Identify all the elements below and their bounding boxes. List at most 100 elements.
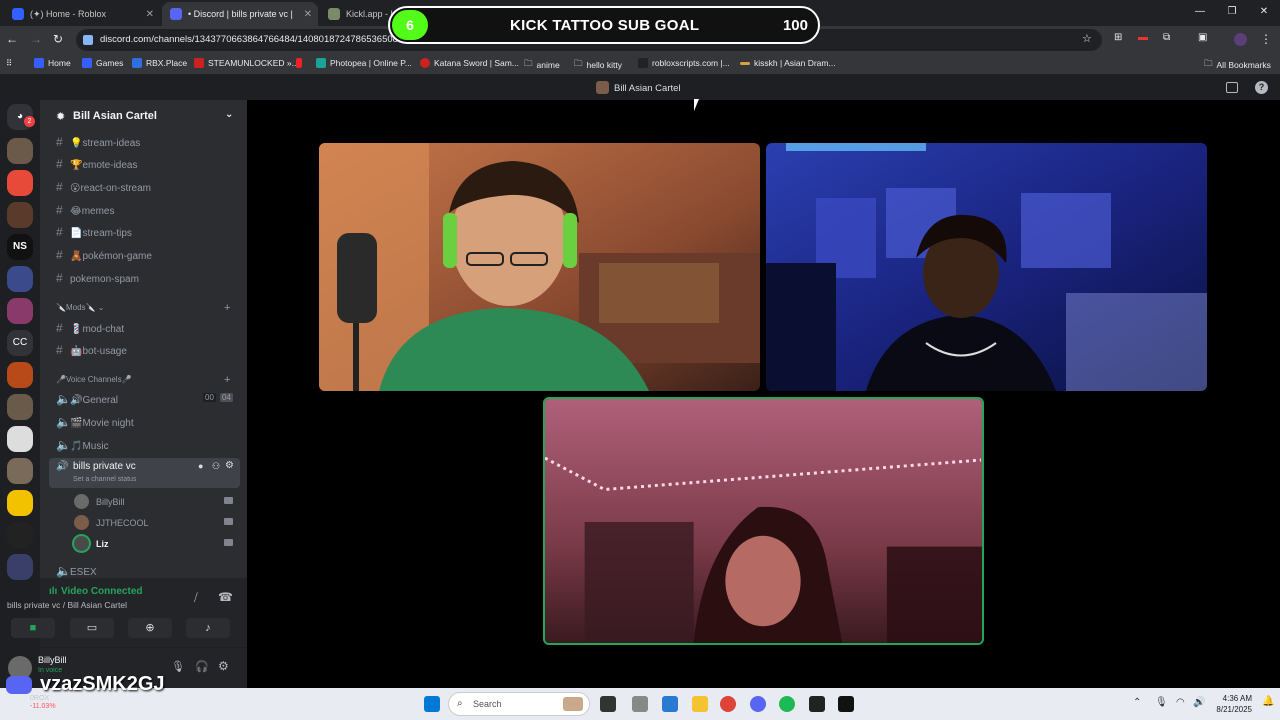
video-tile-liz-speaking[interactable] <box>543 397 984 645</box>
bookmark-steamunlocked[interactable]: STEAMUNLOCKED »... <box>194 58 299 68</box>
maximize-icon[interactable]: ❐ <box>1216 0 1248 24</box>
category-mods[interactable]: 🔪Mods🔪 ⌄ + <box>56 302 230 314</box>
voice-channel-music[interactable]: 🔈🎵Music <box>56 438 109 452</box>
menu-kebab-icon[interactable]: ⋮ <box>1260 32 1272 46</box>
inbox-icon[interactable] <box>1226 82 1238 93</box>
bookmark-home[interactable]: Home <box>34 58 71 68</box>
wifi-icon[interactable]: ◠ <box>1176 697 1185 708</box>
volume-icon[interactable]: 🔊 <box>1193 697 1205 708</box>
server-icon[interactable] <box>7 522 33 548</box>
bookmark-red[interactable] <box>296 58 306 68</box>
activity-button[interactable]: ⊕ <box>128 618 172 638</box>
invite-user-icon[interactable]: ⚇ <box>212 461 220 472</box>
camera-toggle-button[interactable]: ■ <box>11 618 55 638</box>
notifications-bell-icon[interactable]: 🔔 <box>1262 696 1274 707</box>
reload-icon[interactable]: ↻ <box>53 32 63 46</box>
connection-status[interactable]: Video Connected <box>61 586 143 597</box>
tray-chevron-icon[interactable]: ⌃ <box>1133 697 1141 708</box>
add-channel-icon[interactable]: + <box>224 302 230 314</box>
tab-roblox[interactable]: (✦) Home - Roblox ✕ <box>4 2 160 26</box>
bookmark-star-icon[interactable]: ☆ <box>1082 32 1092 45</box>
voice-member-jjthecool[interactable]: JJTHECOOL <box>74 515 233 530</box>
video-tile-jjthecool[interactable] <box>766 143 1207 391</box>
file-explorer-icon[interactable] <box>692 696 708 712</box>
tab-discord[interactable]: • Discord | bills private vc | ✕ <box>162 2 318 26</box>
taskbar-search[interactable]: ⌕ Search <box>448 692 590 716</box>
system-clock[interactable]: 4:36 AM 8/21/2025 <box>1216 693 1252 715</box>
gear-icon[interactable]: ⚙ <box>225 460 234 471</box>
channel-react-on-stream[interactable]: # 😮react-on-stream <box>56 180 151 194</box>
server-icon[interactable] <box>7 170 33 196</box>
profile-avatar[interactable] <box>1234 33 1247 46</box>
category-voice-channels[interactable]: 🎤Voice Channels🎤 + <box>56 374 230 386</box>
app-icon[interactable] <box>809 696 825 712</box>
server-icon[interactable] <box>7 458 33 484</box>
bookmark-hello-kitty[interactable]: 🗀 hello kitty <box>574 58 622 72</box>
bookmark-katana[interactable]: Katana Sword | Sam... <box>420 58 519 68</box>
help-icon[interactable]: ? <box>1255 81 1268 94</box>
server-icon[interactable] <box>7 138 33 164</box>
soundboard-button[interactable]: ♪ <box>186 618 230 638</box>
close-window-icon[interactable]: ✕ <box>1248 0 1280 24</box>
extensions-puzzle-icon[interactable]: ⧉ <box>1163 32 1170 43</box>
sidepanel-icon[interactable]: ▣ <box>1198 32 1207 43</box>
server-icon[interactable] <box>7 362 33 388</box>
voice-member-billybill[interactable]: BillyBill <box>74 494 233 509</box>
bookmark-kisskh[interactable]: kisskh | Asian Dram... <box>740 58 836 68</box>
back-icon[interactable]: ← <box>6 32 18 46</box>
channel-status-placeholder[interactable]: Set a channel status <box>73 476 136 483</box>
obs-icon[interactable] <box>838 696 854 712</box>
headphones-icon[interactable]: 🎧 <box>195 660 209 673</box>
extension-icon[interactable]: ⊞ <box>1114 32 1122 43</box>
chrome-icon[interactable] <box>720 696 736 712</box>
server-name-header[interactable]: ✹ Bill Asian Cartel ⌄ <box>40 100 247 132</box>
channel-memes[interactable]: # 😂memes <box>56 203 114 217</box>
disconnect-icon[interactable]: ☎ <box>218 590 233 604</box>
task-view-icon[interactable] <box>600 696 616 712</box>
photos-app-icon[interactable] <box>662 696 678 712</box>
voice-channel-general[interactable]: 🔈🔊General 00 04 <box>56 392 233 406</box>
connection-detail[interactable]: bills private vc / Bill Asian Cartel <box>7 600 127 610</box>
add-channel-icon[interactable]: + <box>224 374 230 386</box>
signal-icon[interactable]: ılı <box>49 586 57 597</box>
server-icon[interactable] <box>7 298 33 324</box>
bookmark-rbxplace[interactable]: RBX.Place <box>132 58 187 68</box>
screen-share-button[interactable]: ▭ <box>70 618 114 638</box>
bookmark-games[interactable]: Games <box>82 58 123 68</box>
close-tab-icon[interactable]: ✕ <box>146 9 154 20</box>
voice-channel-bills-private-vc[interactable]: 🔊 bills private vc Set a channel status … <box>49 458 240 488</box>
extension-red-icon[interactable]: ▬ <box>1138 32 1148 43</box>
channel-stream-tips[interactable]: # 📄stream-tips <box>56 225 132 239</box>
microphone-tray-icon[interactable]: 🎙 <box>1155 697 1168 708</box>
apps-grid-icon[interactable]: ⠿ <box>6 58 12 69</box>
discord-taskbar-icon[interactable] <box>750 696 766 712</box>
server-icon-cc[interactable]: CC <box>7 330 33 356</box>
close-tab-icon[interactable]: ✕ <box>304 9 312 20</box>
server-icon-ns[interactable]: NS <box>7 234 33 260</box>
channel-bot-usage[interactable]: # 🤖bot-usage <box>56 343 127 357</box>
channel-emote-ideas[interactable]: # 🏆emote-ideas <box>56 157 137 171</box>
minimize-icon[interactable]: — <box>1184 0 1216 24</box>
voice-channel-movie-night[interactable]: 🔈🎬Movie night <box>56 415 134 429</box>
server-icon[interactable] <box>7 554 33 580</box>
microphone-icon[interactable]: 🎙 <box>171 660 185 673</box>
server-icon[interactable] <box>7 202 33 228</box>
channel-stream-ideas[interactable]: # 💡stream-ideas <box>56 135 140 149</box>
server-icon[interactable] <box>7 394 33 420</box>
spotify-icon[interactable] <box>779 696 795 712</box>
gear-icon[interactable]: ⚙ <box>218 659 229 673</box>
bookmark-photopea[interactable]: Photopea | Online P... <box>316 58 412 68</box>
bookmark-robloxscripts[interactable]: robloxscripts.com |... <box>638 58 730 68</box>
site-info-icon[interactable] <box>83 35 93 45</box>
voice-channel-esex[interactable]: 🔈ESEX <box>56 564 97 578</box>
channel-pokemon-game[interactable]: # 🧸pokémon-game <box>56 248 152 262</box>
chat-bubble-icon[interactable]: ● <box>198 461 203 471</box>
bookmark-anime[interactable]: 🗀 anime <box>524 58 560 72</box>
video-tile-billybill[interactable] <box>319 143 760 391</box>
channel-mod-chat[interactable]: # 💈mod-chat <box>56 321 124 335</box>
noise-suppression-icon[interactable]: ⧸ <box>194 592 198 605</box>
server-icon[interactable] <box>7 266 33 292</box>
chevron-down-icon[interactable]: ⌄ <box>225 109 233 120</box>
forward-icon[interactable]: → <box>30 32 42 46</box>
channel-pokemon-spam[interactable]: # pokemon-spam <box>56 271 139 285</box>
